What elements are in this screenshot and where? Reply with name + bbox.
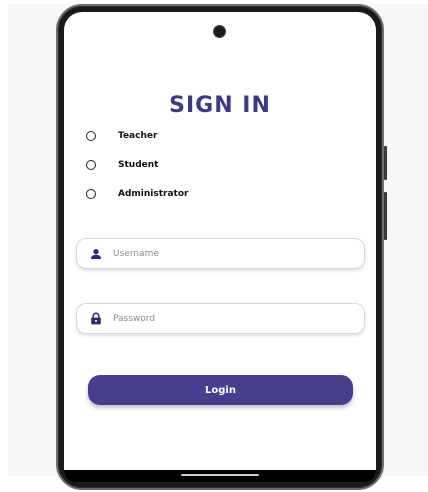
front-camera bbox=[214, 26, 225, 37]
username-field[interactable] bbox=[76, 238, 365, 269]
page-title: SIGN IN bbox=[169, 93, 271, 118]
volume-button bbox=[384, 146, 387, 180]
app-screen: SIGN IN Teacher Student Administrator Us… bbox=[64, 12, 376, 482]
radio-button[interactable] bbox=[86, 189, 96, 199]
power-button bbox=[384, 192, 387, 240]
radio-button[interactable] bbox=[86, 160, 96, 170]
navigation-bar bbox=[64, 470, 376, 482]
password-input[interactable] bbox=[113, 313, 343, 324]
role-option-teacher[interactable]: Teacher bbox=[86, 128, 157, 144]
role-option-student[interactable]: Student bbox=[86, 157, 158, 173]
lock-icon bbox=[89, 312, 103, 326]
role-label: Administrator bbox=[118, 189, 189, 199]
radio-button[interactable] bbox=[86, 131, 96, 141]
role-label: Teacher bbox=[118, 131, 158, 141]
role-option-administrator[interactable]: Administrator bbox=[86, 186, 188, 202]
username-input[interactable] bbox=[113, 248, 343, 259]
login-button[interactable]: Login bbox=[88, 375, 353, 405]
role-label: Student bbox=[118, 160, 159, 170]
phone-frame: SIGN IN Teacher Student Administrator Us… bbox=[56, 4, 387, 490]
person-icon bbox=[89, 247, 103, 261]
password-field[interactable] bbox=[76, 303, 365, 334]
home-indicator[interactable] bbox=[181, 474, 259, 476]
